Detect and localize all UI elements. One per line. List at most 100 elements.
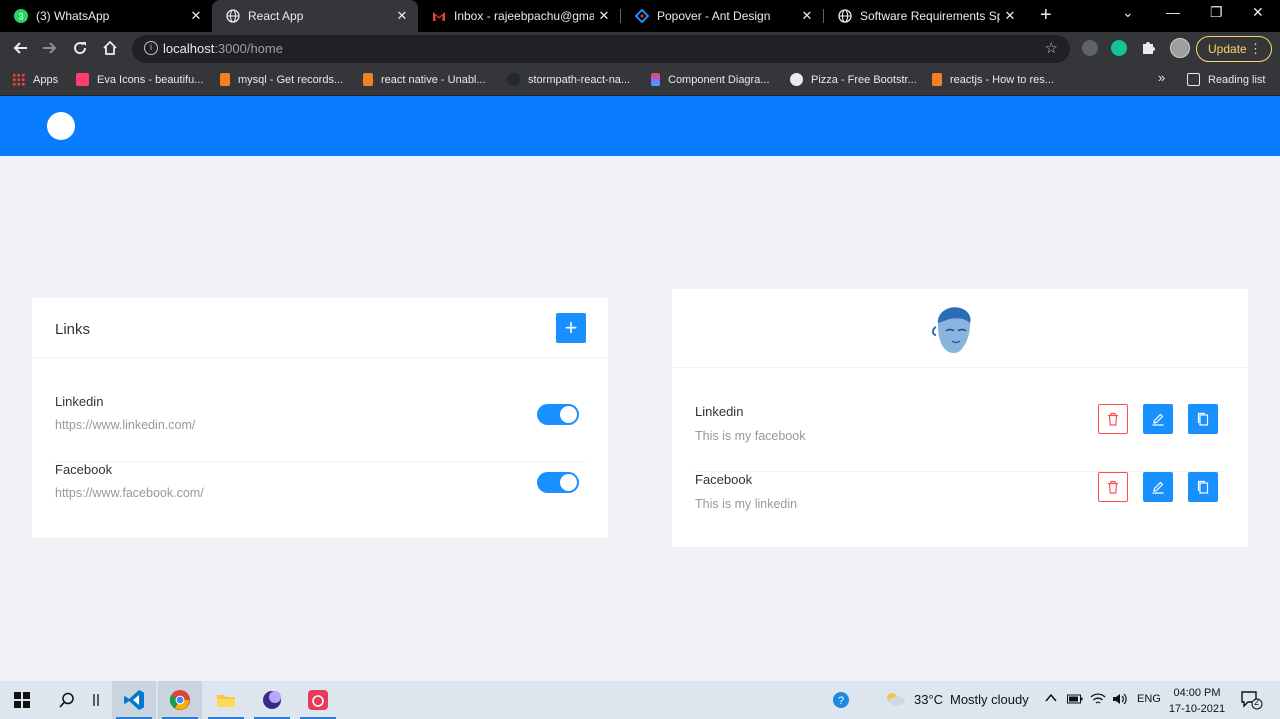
profile-link-name: Linkedin	[695, 404, 744, 419]
bookmark-react-native[interactable]: react native - Unabl...	[363, 73, 486, 86]
links-card-header: Links +	[32, 298, 608, 358]
creative-cloud-taskbar-button[interactable]	[296, 681, 340, 719]
trash-icon	[1108, 412, 1118, 426]
back-arrow-icon[interactable]	[12, 40, 28, 61]
links-card-title: Links	[55, 321, 91, 338]
toggle-knob	[560, 406, 577, 423]
clock[interactable]: 04:00 PM 17-10-2021	[1167, 685, 1227, 717]
copy-icon	[1197, 412, 1209, 426]
bookmark-stormpath[interactable]: stormpath-react-na...	[507, 73, 630, 86]
weather-text[interactable]: Mostly cloudy	[950, 692, 1029, 707]
url-text: localhost:3000/home	[163, 41, 283, 56]
restore-icon[interactable]: ❐	[1210, 4, 1223, 21]
grammarly-icon[interactable]	[1111, 40, 1127, 56]
volume-icon[interactable]	[1112, 692, 1128, 709]
tab-search-chevron-icon[interactable]: ⌄	[1122, 4, 1134, 21]
add-link-button[interactable]: +	[556, 313, 586, 343]
profile-card: Linkedin This is my facebook Facebook Th…	[672, 289, 1248, 547]
battery-icon[interactable]	[1067, 693, 1083, 708]
profile-avatar[interactable]	[1170, 38, 1190, 58]
close-tab-icon[interactable]: ✕	[797, 8, 817, 24]
bookmark-reactjs[interactable]: reactjs - How to res...	[932, 73, 1054, 86]
bookmark-apps[interactable]: Apps	[12, 73, 58, 86]
link-toggle[interactable]	[537, 404, 579, 425]
minimize-icon[interactable]: —	[1166, 4, 1180, 20]
delete-button[interactable]	[1098, 472, 1128, 502]
forward-arrow-icon[interactable]	[42, 40, 58, 61]
edit-button[interactable]	[1143, 404, 1173, 434]
close-tab-icon[interactable]: ✕	[594, 8, 614, 24]
new-tab-button[interactable]: +	[1040, 4, 1052, 27]
app-taskbar-button[interactable]	[250, 681, 294, 719]
tab-gmail[interactable]: Inbox - rajeebpachu@gmail.c ✕	[418, 0, 620, 32]
close-tab-icon[interactable]: ✕	[186, 8, 206, 24]
home-icon[interactable]	[102, 40, 118, 61]
puzzle-extensions-icon[interactable]	[1140, 39, 1156, 60]
bookmark-pizza[interactable]: Pizza - Free Bootstr...	[790, 73, 917, 86]
edit-pencil-icon	[1152, 481, 1164, 494]
tab-software-requirements[interactable]: Software Requirements Spec ✕	[824, 0, 1026, 32]
vscode-taskbar-button[interactable]	[112, 681, 156, 719]
search-button[interactable]	[52, 681, 82, 719]
update-button[interactable]: Update ⋮	[1196, 36, 1272, 62]
weather-temp[interactable]: 33°C	[914, 692, 943, 707]
figma-icon	[651, 73, 660, 86]
bookmark-label: react native - Unabl...	[381, 73, 486, 86]
profile-link-row: Facebook This is my linkedin	[695, 472, 1225, 540]
windows-taskbar: ? 33°C Mostly cloudy ENG 04:00 PM 17-10-…	[0, 681, 1280, 719]
task-view-button[interactable]	[86, 681, 106, 719]
bookmark-label: Pizza - Free Bootstr...	[811, 73, 917, 86]
bookmark-component-diagram[interactable]: Component Diagra...	[651, 73, 770, 86]
browser-toolbar: i localhost:3000/home ☆	[0, 32, 1280, 66]
reading-list-icon	[1187, 73, 1200, 86]
bookmark-star-icon[interactable]: ☆	[1045, 39, 1058, 57]
close-tab-icon[interactable]: ✕	[392, 8, 412, 24]
reload-icon[interactable]	[72, 40, 88, 61]
edit-button[interactable]	[1143, 472, 1173, 502]
wifi-icon[interactable]	[1090, 692, 1106, 709]
stackoverflow-icon	[363, 73, 373, 86]
close-tab-icon[interactable]: ✕	[1000, 8, 1020, 24]
link-toggle[interactable]	[537, 472, 579, 493]
window-close-icon[interactable]: ✕	[1252, 4, 1264, 21]
language-indicator[interactable]: ENG	[1137, 693, 1161, 705]
link-url: https://www.facebook.com/	[55, 486, 204, 500]
copy-button[interactable]	[1188, 472, 1218, 502]
link-name: Facebook	[55, 462, 113, 477]
more-vert-icon[interactable]: ⋮	[1249, 41, 1262, 57]
notification-count: 2	[1254, 697, 1260, 707]
edit-pencil-icon	[1152, 413, 1164, 426]
bookmark-label: stormpath-react-na...	[528, 73, 631, 86]
profile-card-header	[672, 289, 1248, 368]
reading-list-button[interactable]: Reading list	[1187, 73, 1265, 86]
chevron-up-icon[interactable]	[1045, 691, 1057, 708]
tab-title: Inbox - rajeebpachu@gmail.c	[454, 9, 594, 23]
weather-cloud-icon[interactable]	[884, 692, 906, 709]
copy-button[interactable]	[1188, 404, 1218, 434]
chrome-icon	[169, 690, 190, 710]
links-card: Links + Linkedin https://www.linkedin.co…	[32, 298, 608, 538]
extension-icon[interactable]	[1082, 40, 1098, 56]
bookmark-label: mysql - Get records...	[238, 73, 344, 86]
app-logo[interactable]	[47, 112, 75, 140]
creative-cloud-icon	[308, 690, 328, 710]
site-info-icon[interactable]: i	[144, 41, 158, 55]
globe-icon	[226, 9, 240, 23]
tab-react-app[interactable]: React App ✕	[212, 0, 418, 32]
file-explorer-taskbar-button[interactable]	[204, 681, 248, 719]
moon-app-icon	[263, 691, 281, 709]
bookmarks-more-button[interactable]: »	[1158, 70, 1165, 85]
bookmark-mysql[interactable]: mysql - Get records...	[220, 73, 343, 86]
help-icon[interactable]: ?	[832, 691, 850, 712]
tab-ant-design[interactable]: Popover - Ant Design ✕	[621, 0, 823, 32]
stackoverflow-icon	[932, 73, 942, 86]
start-button[interactable]	[0, 681, 44, 719]
folder-icon	[217, 695, 235, 707]
bookmarks-bar: Apps Eva Icons - beautifu... mysql - Get…	[0, 66, 1280, 96]
chrome-taskbar-button[interactable]	[158, 681, 202, 719]
bookmark-eva-icons[interactable]: Eva Icons - beautifu...	[76, 73, 203, 86]
notification-center[interactable]: 2	[1240, 690, 1264, 713]
tab-whatsapp[interactable]: 3 (3) WhatsApp ✕	[0, 0, 212, 32]
address-bar[interactable]: i localhost:3000/home ☆	[132, 35, 1070, 63]
delete-button[interactable]	[1098, 404, 1128, 434]
